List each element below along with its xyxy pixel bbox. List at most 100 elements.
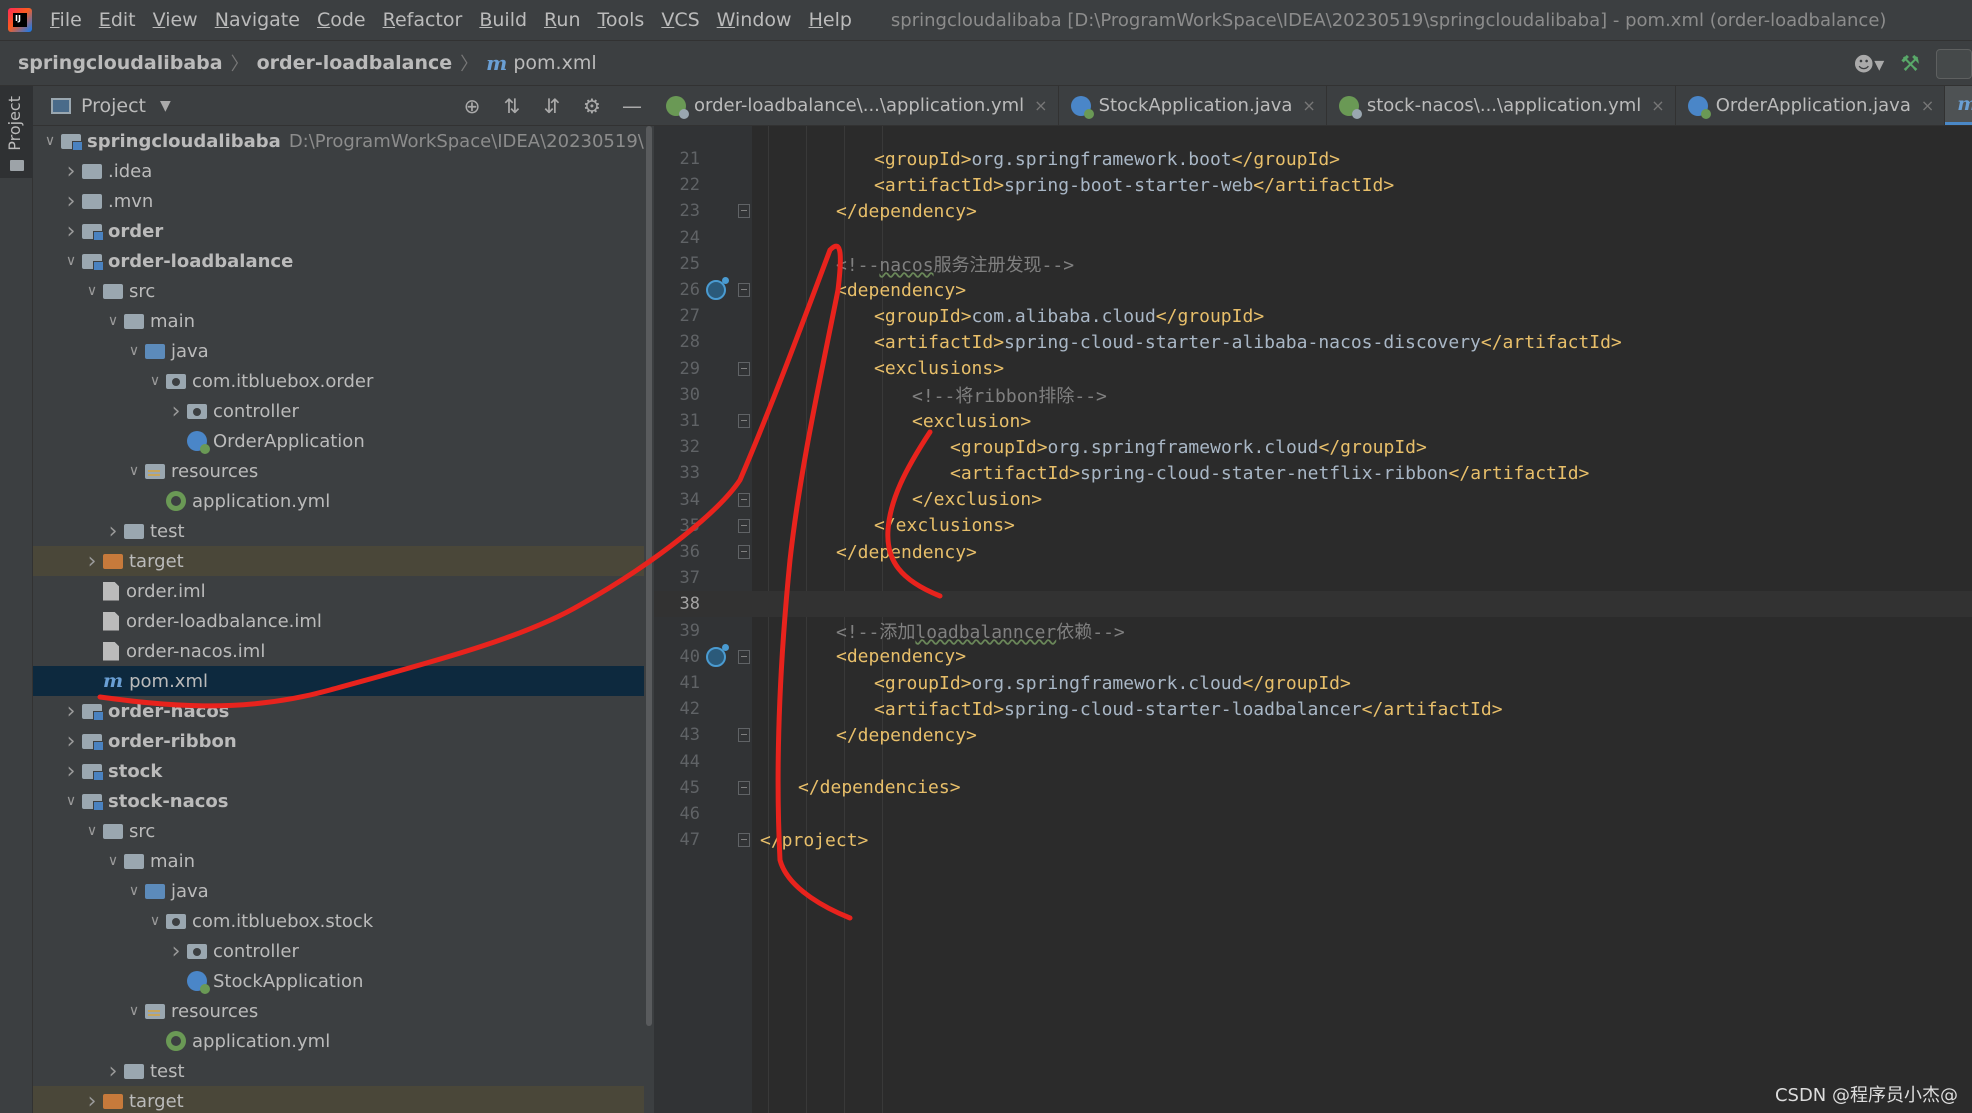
project-tree-scrollbar[interactable] — [644, 126, 654, 1113]
code-line[interactable]: 27 <groupId>com.alibaba.cloud</groupId> — [654, 303, 1972, 329]
tree-item[interactable]: ∨ order-loadbalance — [33, 246, 654, 276]
chevron-down-icon[interactable]: ∨ — [123, 883, 145, 899]
code-line[interactable]: 43 </dependency> — [654, 722, 1972, 748]
breadcrumb-file[interactable]: pom.xml — [513, 52, 596, 74]
tree-item[interactable]: › controller — [33, 936, 654, 966]
chevron-down-icon[interactable]: ∨ — [144, 913, 166, 929]
tree-item[interactable]: › order — [33, 216, 654, 246]
code-line[interactable]: 36 </dependency> — [654, 539, 1972, 565]
chevron-down-icon[interactable]: ∨ — [123, 1003, 145, 1019]
code-line[interactable]: 24 — [654, 225, 1972, 251]
chevron-right-icon[interactable]: › — [60, 159, 82, 184]
chevron-down-icon[interactable]: ∨ — [123, 463, 145, 479]
collapse-all-icon[interactable]: ⇵ — [540, 94, 564, 118]
chevron-down-icon[interactable]: ∨ — [144, 373, 166, 389]
tree-item[interactable]: › target — [33, 546, 654, 576]
menu-view[interactable]: View — [153, 9, 198, 31]
chevron-right-icon[interactable]: › — [81, 549, 103, 574]
fold-toggle-icon[interactable] — [738, 649, 750, 664]
close-tab-icon[interactable]: × — [1651, 96, 1664, 115]
menu-edit[interactable]: Edit — [99, 9, 136, 31]
code-line[interactable]: 30 <!--将ribbon排除--> — [654, 382, 1972, 408]
run-configuration-selector[interactable] — [1936, 49, 1972, 79]
code-line[interactable]: 34 </exclusion> — [654, 487, 1972, 513]
code-line[interactable]: 29 <exclusions> — [654, 356, 1972, 382]
tree-item[interactable]: ∨ main — [33, 306, 654, 336]
code-line[interactable]: 41 <groupId>org.springframework.cloud</gr… — [654, 670, 1972, 696]
build-hammer-icon[interactable]: ⚒ — [1900, 52, 1920, 77]
chevron-right-icon[interactable]: › — [165, 399, 187, 424]
menu-file[interactable]: File — [50, 9, 82, 31]
tree-item[interactable]: › .mvn — [33, 186, 654, 216]
expand-all-icon[interactable]: ⇅ — [500, 94, 524, 118]
menu-run[interactable]: Run — [544, 9, 580, 31]
code-line[interactable]: 46 — [654, 801, 1972, 827]
tree-item[interactable]: › test — [33, 1056, 654, 1086]
code-line[interactable]: 33 <artifactId>spring-cloud-stater-netfli… — [654, 460, 1972, 486]
chevron-down-icon[interactable]: ∨ — [123, 343, 145, 359]
fold-toggle-icon[interactable] — [738, 545, 750, 559]
tree-item[interactable]: ∨ src — [33, 276, 654, 306]
tree-item[interactable]: ∨ springcloudalibaba D:\ProgramWorkSpace\I… — [33, 126, 672, 156]
menu-window[interactable]: Window — [717, 9, 792, 31]
chevron-right-icon[interactable]: › — [60, 699, 82, 724]
tree-item[interactable]: › test — [33, 516, 654, 546]
chevron-right-icon[interactable]: › — [60, 759, 82, 784]
chevron-down-icon[interactable]: ▼ — [160, 98, 171, 114]
close-tab-icon[interactable]: × — [1302, 96, 1315, 115]
tree-item[interactable]: order-loadbalance.iml — [33, 606, 654, 636]
tree-item[interactable]: › order-ribbon — [33, 726, 654, 756]
editor-tab[interactable]: order-loadbalance\...\application.yml × — [654, 86, 1059, 125]
chevron-down-icon[interactable]: ∨ — [102, 853, 124, 869]
fold-toggle-icon[interactable] — [738, 780, 750, 795]
tree-item[interactable]: ∨ src — [33, 816, 654, 846]
tree-item[interactable]: ∨ java — [33, 876, 654, 906]
tree-item[interactable]: order-nacos.iml — [33, 636, 654, 666]
menu-tools[interactable]: Tools — [598, 9, 645, 31]
hide-panel-icon[interactable]: — — [620, 94, 644, 118]
user-account-icon[interactable]: ☻▾ — [1853, 52, 1884, 76]
chevron-down-icon[interactable]: ∨ — [81, 283, 103, 299]
chevron-right-icon[interactable]: › — [60, 189, 82, 214]
tree-item[interactable]: ∨ stock-nacos — [33, 786, 654, 816]
chevron-down-icon[interactable]: ∨ — [60, 793, 82, 809]
menu-refactor[interactable]: Refactor — [383, 9, 463, 31]
code-line[interactable]: 31 <exclusion> — [654, 408, 1972, 434]
tree-item[interactable]: application.yml — [33, 486, 654, 516]
project-panel-title[interactable]: Project — [81, 95, 146, 117]
fold-toggle-icon[interactable] — [738, 204, 750, 219]
code-line[interactable]: 40 <dependency> — [654, 643, 1972, 670]
menu-build[interactable]: Build — [479, 9, 527, 31]
tree-item[interactable]: › .idea — [33, 156, 654, 186]
tree-item[interactable]: ∨ resources — [33, 456, 654, 486]
chevron-right-icon[interactable]: › — [60, 729, 82, 754]
code-line[interactable]: 42 <artifactId>spring-cloud-starter-loadb… — [654, 696, 1972, 722]
tree-item[interactable]: order.iml — [33, 576, 654, 606]
menu-help[interactable]: Help — [809, 9, 852, 31]
scrollbar-thumb[interactable] — [646, 126, 652, 1026]
code-line[interactable]: 32 <groupId>org.springframework.cloud</gr… — [654, 434, 1972, 460]
chevron-right-icon[interactable]: › — [102, 519, 124, 544]
tree-item[interactable]: ∨ com.itbluebox.order — [33, 366, 654, 396]
tree-item[interactable]: › stock — [33, 756, 654, 786]
fold-toggle-icon[interactable] — [738, 833, 750, 848]
fold-toggle-icon[interactable] — [738, 518, 750, 533]
menu-navigate[interactable]: Navigate — [215, 9, 300, 31]
maven-dependency-icon[interactable] — [706, 643, 729, 667]
code-area[interactable]: 21 <groupId>org.springframework.boot</gro… — [654, 126, 1972, 1113]
tree-item[interactable]: ∨ java — [33, 336, 654, 366]
chevron-down-icon[interactable]: ∨ — [60, 253, 82, 269]
fold-toggle-icon[interactable] — [738, 414, 750, 428]
code-line[interactable]: 21 <groupId>org.springframework.boot</gro… — [654, 146, 1972, 172]
breadcrumb-project[interactable]: springcloudalibaba — [18, 52, 223, 74]
code-line[interactable]: 23 </dependency> — [654, 198, 1972, 224]
tree-item[interactable]: › controller — [33, 396, 654, 426]
code-line[interactable]: 26 <dependency> — [654, 277, 1972, 303]
code-line[interactable]: 37 — [654, 565, 1972, 591]
code-line[interactable]: 38 — [654, 591, 1972, 618]
editor-tab[interactable]: OrderApplication.java × — [1676, 86, 1946, 125]
code-line[interactable]: 47 </project> — [654, 827, 1972, 853]
menu-vcs[interactable]: VCS — [661, 9, 699, 31]
locate-file-icon[interactable]: ⊕ — [460, 94, 484, 118]
code-line[interactable]: 25 <!--nacos服务注册发现--> — [654, 251, 1972, 277]
